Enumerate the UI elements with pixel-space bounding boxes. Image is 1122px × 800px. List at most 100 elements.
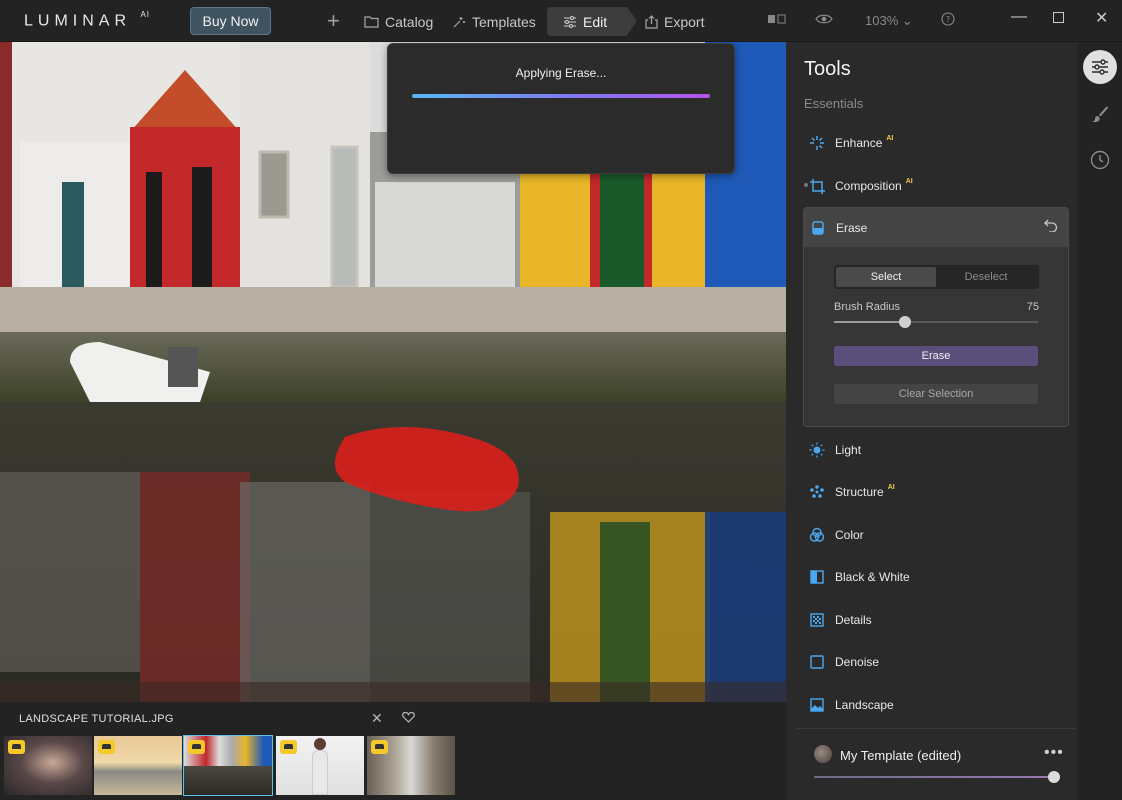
- svg-text:?: ?: [946, 15, 950, 24]
- tool-label: Erase: [836, 221, 868, 235]
- template-amount-slider[interactable]: [814, 771, 1060, 783]
- more-options-icon[interactable]: •••: [1044, 744, 1064, 762]
- help-icon[interactable]: ?: [941, 12, 955, 29]
- thumbnail-street[interactable]: [367, 736, 455, 795]
- export-tab[interactable]: Export: [645, 8, 704, 35]
- preview-eye-icon[interactable]: [815, 12, 833, 28]
- file-name: LANDSCAPE TUTORIAL.JPG: [19, 713, 174, 725]
- crop-icon: [808, 177, 826, 195]
- history-clock-icon[interactable]: [1083, 143, 1117, 177]
- brush-radius-fill: [834, 321, 906, 323]
- brush-radius-handle[interactable]: [899, 316, 912, 328]
- details-icon: [808, 611, 826, 629]
- tutorial-badge-icon: [8, 740, 25, 754]
- edit-tab[interactable]: Edit: [563, 8, 607, 35]
- tutorial-badge-icon: [371, 740, 388, 754]
- reset-icon[interactable]: [1044, 219, 1058, 235]
- tool-label: Composition: [835, 179, 902, 193]
- deselect-button[interactable]: Deselect: [936, 267, 1036, 287]
- eraser-icon: [809, 219, 827, 237]
- tutorial-badge-icon: [280, 740, 297, 754]
- landscape-icon: [808, 696, 826, 714]
- tutorial-badge-icon: [188, 740, 205, 754]
- tool-composition[interactable]: Composition AI: [808, 175, 913, 197]
- ai-badge: AI: [905, 177, 913, 185]
- erase-button[interactable]: Erase: [834, 346, 1038, 366]
- structure-icon: [808, 483, 826, 501]
- tool-label: Denoise: [835, 655, 880, 669]
- zoom-dropdown[interactable]: 103% ⌄: [865, 13, 913, 29]
- sparkle-icon: [452, 15, 466, 29]
- export-label: Export: [664, 13, 705, 30]
- folder-icon: [364, 15, 379, 28]
- templates-label: Templates: [472, 13, 536, 30]
- brush-radius-label: Brush Radius: [834, 301, 901, 313]
- black-white-icon: [808, 568, 826, 586]
- section-essentials: Essentials: [804, 96, 864, 111]
- top-bar: LUMINAR AI Buy Now + Catalog Templates E…: [0, 0, 1122, 42]
- tool-denoise[interactable]: Denoise: [808, 651, 879, 673]
- zoom-level: 103%: [865, 13, 899, 28]
- erase-header[interactable]: Erase: [804, 208, 1068, 247]
- tool-details[interactable]: Details: [808, 609, 872, 631]
- enhance-icon: [808, 134, 826, 152]
- tool-label: Color: [835, 528, 864, 542]
- templates-tab[interactable]: Templates: [452, 8, 536, 35]
- tool-black-white[interactable]: Black & White: [808, 566, 910, 588]
- tool-structure[interactable]: Structure AI: [808, 481, 895, 503]
- template-amount-handle[interactable]: [1048, 771, 1060, 783]
- brush-icon[interactable]: [1083, 97, 1117, 131]
- add-photos-icon[interactable]: +: [327, 9, 340, 33]
- color-circles-icon: [808, 526, 826, 544]
- ai-badge: AI: [887, 483, 895, 491]
- tool-label: Enhance: [835, 136, 883, 150]
- brush-radius-value: 75: [1026, 301, 1039, 313]
- thumbnail-landscape-active[interactable]: [183, 735, 273, 796]
- erase-tool-card: Erase Select Deselect Brush Radius 75 Er…: [803, 207, 1069, 427]
- catalog-label: Catalog: [385, 13, 434, 30]
- sliders-icon: [563, 15, 577, 28]
- select-button[interactable]: Select: [836, 267, 936, 287]
- tools-panel: Tools Essentials Enhance AI Composition …: [786, 42, 1078, 800]
- minimize-icon[interactable]: —: [1011, 8, 1027, 26]
- tool-label: Light: [835, 443, 862, 457]
- panel-divider: [796, 728, 1076, 729]
- panel-title: Tools: [804, 58, 851, 80]
- export-icon: [645, 14, 658, 29]
- tool-label: Black & White: [835, 570, 910, 584]
- thumbnail-portrait[interactable]: [4, 736, 92, 795]
- tool-enhance[interactable]: Enhance AI: [808, 132, 893, 154]
- tool-landscape[interactable]: Landscape: [808, 694, 894, 716]
- template-thumbnail: [814, 745, 832, 763]
- sun-icon: [808, 441, 826, 459]
- tool-erase[interactable]: Erase: [809, 217, 867, 239]
- brush-radius-slider[interactable]: [834, 316, 1038, 328]
- thumbnail-beach[interactable]: [94, 736, 182, 795]
- buy-now-button[interactable]: Buy Now: [190, 7, 271, 35]
- app-logo: LUMINAR AI: [24, 10, 151, 30]
- catalog-tab[interactable]: Catalog: [364, 8, 433, 35]
- tool-light[interactable]: Light: [808, 439, 861, 461]
- tool-label: Structure: [835, 485, 884, 499]
- tool-label: Landscape: [835, 698, 894, 712]
- thumbnail-woman[interactable]: [276, 736, 364, 795]
- progress-bar: [412, 94, 710, 98]
- denoise-icon: [808, 653, 826, 671]
- close-icon[interactable]: ✕: [371, 710, 383, 727]
- tool-label: Details: [835, 613, 872, 627]
- tools-sliders-icon[interactable]: [1083, 50, 1117, 84]
- ai-badge: AI: [886, 134, 894, 142]
- close-window-icon[interactable]: ✕: [1095, 8, 1108, 28]
- progress-dialog: Applying Erase...: [387, 43, 735, 174]
- chevron-down-icon: ⌄: [901, 13, 913, 28]
- maximize-icon[interactable]: [1053, 10, 1064, 28]
- heart-icon[interactable]: [402, 710, 415, 726]
- filmstrip: LANDSCAPE TUTORIAL.JPG ✕: [0, 702, 786, 800]
- photo-canvas[interactable]: Applying Erase...: [0, 42, 786, 702]
- side-rail: [1078, 42, 1122, 800]
- clear-selection-button[interactable]: Clear Selection: [834, 384, 1038, 404]
- compare-icon[interactable]: [767, 12, 787, 28]
- tutorial-badge-icon: [98, 740, 115, 754]
- tool-color[interactable]: Color: [808, 524, 864, 546]
- template-name: My Template (edited): [840, 748, 962, 763]
